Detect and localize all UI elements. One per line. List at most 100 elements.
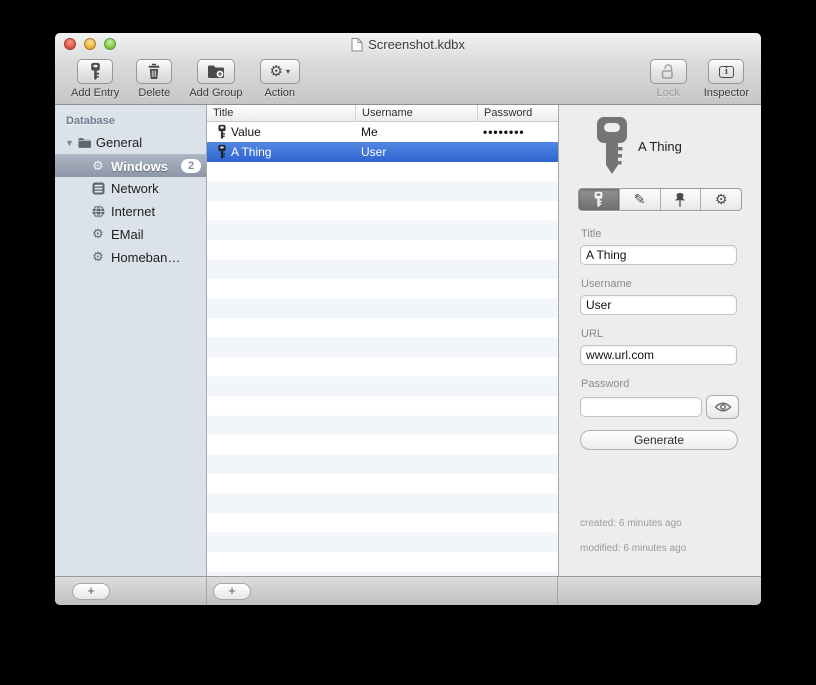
- tab-general[interactable]: [579, 189, 619, 210]
- gear-icon: ⚙: [92, 158, 104, 174]
- trash-icon: [148, 63, 160, 79]
- username-field-label: Username: [581, 278, 632, 290]
- delete-button[interactable]: Delete: [136, 59, 173, 99]
- globe-icon: [91, 205, 105, 218]
- titlebar[interactable]: Screenshot.kdbx: [55, 33, 761, 56]
- empty-rows-area[interactable]: [207, 162, 558, 576]
- username-field[interactable]: [580, 295, 737, 315]
- show-password-button[interactable]: [706, 395, 739, 419]
- table-row-selected[interactable]: A Thing User: [207, 142, 558, 162]
- action-label: Action: [264, 87, 296, 99]
- url-field-label: URL: [581, 328, 604, 340]
- sidebar-item-general[interactable]: ▼ General: [55, 131, 206, 154]
- key-icon-large: [597, 117, 627, 174]
- add-entry-label: Add Entry: [71, 87, 120, 99]
- bottom-bar-sidebar-section: +: [55, 577, 207, 605]
- network-icon: [91, 182, 105, 195]
- sidebar-item-label: Homeban…: [111, 250, 181, 265]
- folder-icon: [78, 137, 92, 149]
- gear-icon: ⚙: [714, 191, 728, 208]
- action-button[interactable]: ⚙ ▾ Action: [259, 59, 300, 99]
- sidebar-item-label: General: [95, 135, 143, 150]
- bottom-bar-table-section: +: [207, 577, 558, 605]
- toolbar: Add Entry Delete Add Group ⚙ ▾ Action Lo…: [55, 56, 761, 104]
- eye-icon: [714, 402, 731, 412]
- sidebar-section-header: Database: [66, 115, 115, 127]
- tab-advanced[interactable]: ⚙: [700, 189, 741, 210]
- add-group-plus-button[interactable]: +: [72, 582, 110, 600]
- bottom-bar-inspector-section: [558, 577, 761, 605]
- column-header-username[interactable]: Username: [355, 105, 477, 121]
- pushpin-icon: [675, 192, 686, 207]
- inspector-tabs: ✎ ⚙: [578, 188, 742, 211]
- gear-icon: ⚙: [92, 250, 104, 265]
- window-chrome: Screenshot.kdbx Add Entry Delete Add Gro…: [55, 33, 761, 105]
- created-timestamp: created: 6 minutes ago: [580, 518, 682, 529]
- title-field-label: Title: [581, 228, 602, 240]
- title-field[interactable]: [580, 245, 737, 265]
- tab-notes[interactable]: ✎: [618, 189, 660, 210]
- dropdown-caret-icon: ▾: [285, 67, 290, 76]
- entry-table: Title Username Password Value Me •••••••…: [207, 105, 558, 576]
- main-content: Database ▼ General ⚙ Windows 2 Network I…: [55, 105, 761, 576]
- gear-icon: ⚙: [269, 62, 283, 80]
- sidebar-item-windows[interactable]: ⚙ Windows 2: [55, 154, 206, 177]
- zoom-button[interactable]: [104, 38, 116, 50]
- bottom-bar: + +: [55, 576, 761, 605]
- add-group-label: Add Group: [189, 87, 243, 99]
- password-field-label: Password: [581, 378, 630, 390]
- sidebar-item-email[interactable]: ⚙ EMail: [55, 223, 206, 246]
- entry-form: Title Username URL Password: [580, 215, 740, 450]
- lock-button[interactable]: Lock: [649, 59, 687, 99]
- sidebar-item-label: EMail: [111, 227, 144, 242]
- key-icon: [595, 191, 603, 208]
- gear-icon: ⚙: [92, 227, 104, 242]
- entry-username: Me: [361, 125, 378, 139]
- inspector-panel: A Thing ✎ ⚙ Title A Thing Username User …: [558, 105, 761, 576]
- column-header-password[interactable]: Password: [477, 105, 558, 121]
- entry-count-badge: 2: [181, 159, 201, 173]
- key-icon: [218, 144, 226, 160]
- password-field[interactable]: [580, 397, 702, 417]
- group-sidebar: Database ▼ General ⚙ Windows 2 Network I…: [55, 105, 207, 576]
- traffic-lights: [64, 38, 116, 50]
- modified-timestamp: modified: 6 minutes ago: [580, 543, 687, 554]
- unlock-icon: [661, 64, 673, 79]
- entry-title-heading: A Thing: [638, 138, 682, 154]
- minimize-button[interactable]: [84, 38, 96, 50]
- entry-username: User: [361, 145, 387, 159]
- pencil-icon: ✎: [633, 191, 646, 208]
- app-window: Screenshot.kdbx Add Entry Delete Add Gro…: [55, 33, 761, 605]
- lock-label: Lock: [656, 87, 680, 99]
- info-icon: i: [718, 65, 734, 78]
- inspector-button[interactable]: i Inspector: [704, 59, 749, 99]
- url-field[interactable]: [580, 345, 737, 365]
- add-group-button[interactable]: Add Group: [189, 59, 243, 99]
- entry-title: Value: [231, 125, 261, 139]
- generate-password-button[interactable]: Generate: [580, 430, 738, 450]
- add-entry-button[interactable]: Add Entry: [71, 59, 119, 99]
- inspector-label: Inspector: [703, 87, 749, 99]
- sidebar-item-internet[interactable]: Internet: [55, 200, 206, 223]
- add-entry-plus-button[interactable]: +: [213, 582, 251, 600]
- sidebar-item-label: Internet: [111, 204, 156, 219]
- close-button[interactable]: [64, 38, 76, 50]
- document-icon[interactable]: [351, 37, 363, 52]
- sidebar-item-network[interactable]: Network: [55, 177, 206, 200]
- entry-title: A Thing: [231, 145, 272, 159]
- sidebar-item-label: Network: [111, 181, 159, 196]
- sidebar-item-label: Windows: [111, 158, 168, 174]
- entry-password: [477, 142, 558, 162]
- window-title: Screenshot.kdbx: [368, 37, 465, 52]
- entry-password: ••••••••: [483, 125, 525, 139]
- folder-plus-icon: [207, 65, 224, 78]
- table-row[interactable]: Value Me ••••••••: [207, 122, 558, 142]
- key-icon: [90, 62, 100, 81]
- column-header-title[interactable]: Title: [207, 105, 355, 121]
- disclosure-triangle-icon[interactable]: ▼: [65, 138, 74, 148]
- delete-label: Delete: [138, 87, 171, 99]
- table-header: Title Username Password: [207, 105, 558, 122]
- sidebar-item-homebanking[interactable]: ⚙ Homeban…: [55, 246, 206, 269]
- key-icon: [218, 124, 226, 140]
- tab-attachments[interactable]: [659, 189, 701, 210]
